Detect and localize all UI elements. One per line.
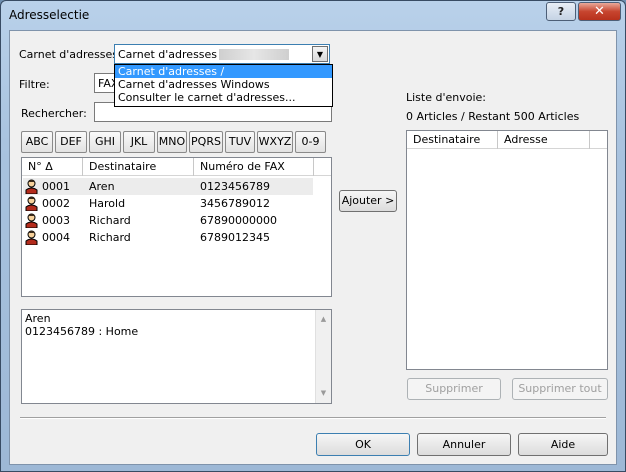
table-row[interactable]: 0001 Aren 0123456789 (23, 178, 313, 195)
send-list[interactable]: Destinataire Adresse (406, 130, 608, 370)
table-row[interactable]: 0003 Richard 67890000000 (23, 212, 313, 229)
contact-icon (25, 213, 38, 228)
dropdown-option[interactable]: Carnet d'adresses / (115, 65, 332, 78)
row-recipient: Richard (89, 231, 131, 244)
row-fax: 0123456789 (200, 180, 270, 193)
table-row[interactable]: 0002 Harold 3456789012 (23, 195, 313, 212)
details-number: 0123456789 : Home (25, 325, 139, 338)
dialog-body: Carnet d'adresses: Carnet d'adresses / ▼… (9, 30, 617, 465)
row-number: 0002 (42, 197, 70, 210)
delete-all-button[interactable]: Supprimer tout (512, 378, 608, 400)
contact-icon (25, 230, 38, 245)
details-text: Aren 0123456789 : Home (25, 312, 138, 338)
alpha-button-wxyz[interactable]: WXYZ (257, 131, 293, 153)
row-number: 0003 (42, 214, 70, 227)
alpha-button-def[interactable]: DEF (55, 131, 87, 153)
details-box[interactable]: Aren 0123456789 : Home ▲ ▼ (21, 309, 332, 404)
row-recipient: Harold (89, 197, 126, 210)
alpha-button-pqrs[interactable]: PQRS (189, 131, 223, 153)
address-list-header: N° Δ Destinataire Numéro de FAX (22, 158, 331, 176)
row-fax: 6789012345 (200, 231, 270, 244)
cancel-button[interactable]: Annuler (417, 433, 511, 456)
column-header-send-recipient[interactable]: Destinataire (407, 131, 498, 149)
alpha-button-ghi[interactable]: GHI (89, 131, 121, 153)
address-list[interactable]: N° Δ Destinataire Numéro de FAX 0001 Are… (21, 157, 332, 297)
carnet-label: Carnet d'adresses: (19, 48, 122, 61)
details-scrollbar[interactable]: ▲ ▼ (315, 310, 331, 403)
carnet-selected-value: Carnet d'adresses / (118, 48, 225, 61)
separator (20, 417, 606, 419)
table-row[interactable]: 0004 Richard 6789012345 (23, 229, 313, 246)
carnet-dropdown-list: Carnet d'adresses / Carnet d'adresses Wi… (114, 64, 333, 107)
row-number: 0001 (42, 180, 70, 193)
window-title: Adresselectie (9, 8, 90, 22)
close-title-button[interactable]: ✕ (578, 2, 621, 21)
column-header-fax[interactable]: Numéro de FAX (194, 158, 314, 176)
column-header-number[interactable]: N° Δ (22, 158, 83, 176)
send-list-header: Destinataire Adresse (407, 131, 607, 149)
alpha-button-0-9[interactable]: 0-9 (295, 131, 326, 153)
carnet-select[interactable]: Carnet d'adresses / ▼ (114, 44, 330, 64)
help-title-button[interactable]: ? (546, 2, 576, 21)
details-name: Aren (25, 312, 51, 325)
address-selection-dialog: Adresselectie ? ✕ Carnet d'adresses: Car… (0, 0, 626, 472)
row-fax: 67890000000 (200, 214, 277, 227)
row-number: 0004 (42, 231, 70, 244)
alpha-button-jkl[interactable]: JKL (123, 131, 155, 153)
chevron-down-icon[interactable]: ▼ (312, 46, 328, 62)
contact-icon (25, 196, 38, 211)
search-label: Rechercher: (21, 107, 87, 120)
alpha-button-mno[interactable]: MNO (157, 131, 187, 153)
contact-icon (25, 179, 38, 194)
filter-label: Filtre: (19, 78, 50, 91)
ok-button[interactable]: OK (316, 433, 410, 456)
column-header-recipient[interactable]: Destinataire (83, 158, 194, 176)
send-list-status: 0 Articles / Restant 500 Articles (406, 110, 580, 123)
delete-button[interactable]: Supprimer (407, 378, 501, 400)
row-recipient: Aren (89, 180, 115, 193)
add-button[interactable]: Ajouter > (339, 190, 397, 212)
column-header-address[interactable]: Adresse (498, 131, 590, 149)
help-button[interactable]: Aide (518, 433, 608, 456)
scroll-down-icon[interactable]: ▼ (316, 386, 331, 401)
redacted-area (219, 49, 289, 60)
row-fax: 3456789012 (200, 197, 270, 210)
title-bar: Adresselectie ? ✕ (1, 1, 625, 28)
scroll-up-icon[interactable]: ▲ (316, 312, 331, 327)
alpha-button-tuv[interactable]: TUV (225, 131, 255, 153)
send-list-label: Liste d'envoie: (406, 91, 487, 104)
dropdown-option[interactable]: Carnet d'adresses Windows (115, 78, 332, 91)
dropdown-option[interactable]: Consulter le carnet d'adresses... (115, 91, 332, 104)
alpha-button-abc[interactable]: ABC (21, 131, 53, 153)
row-recipient: Richard (89, 214, 131, 227)
